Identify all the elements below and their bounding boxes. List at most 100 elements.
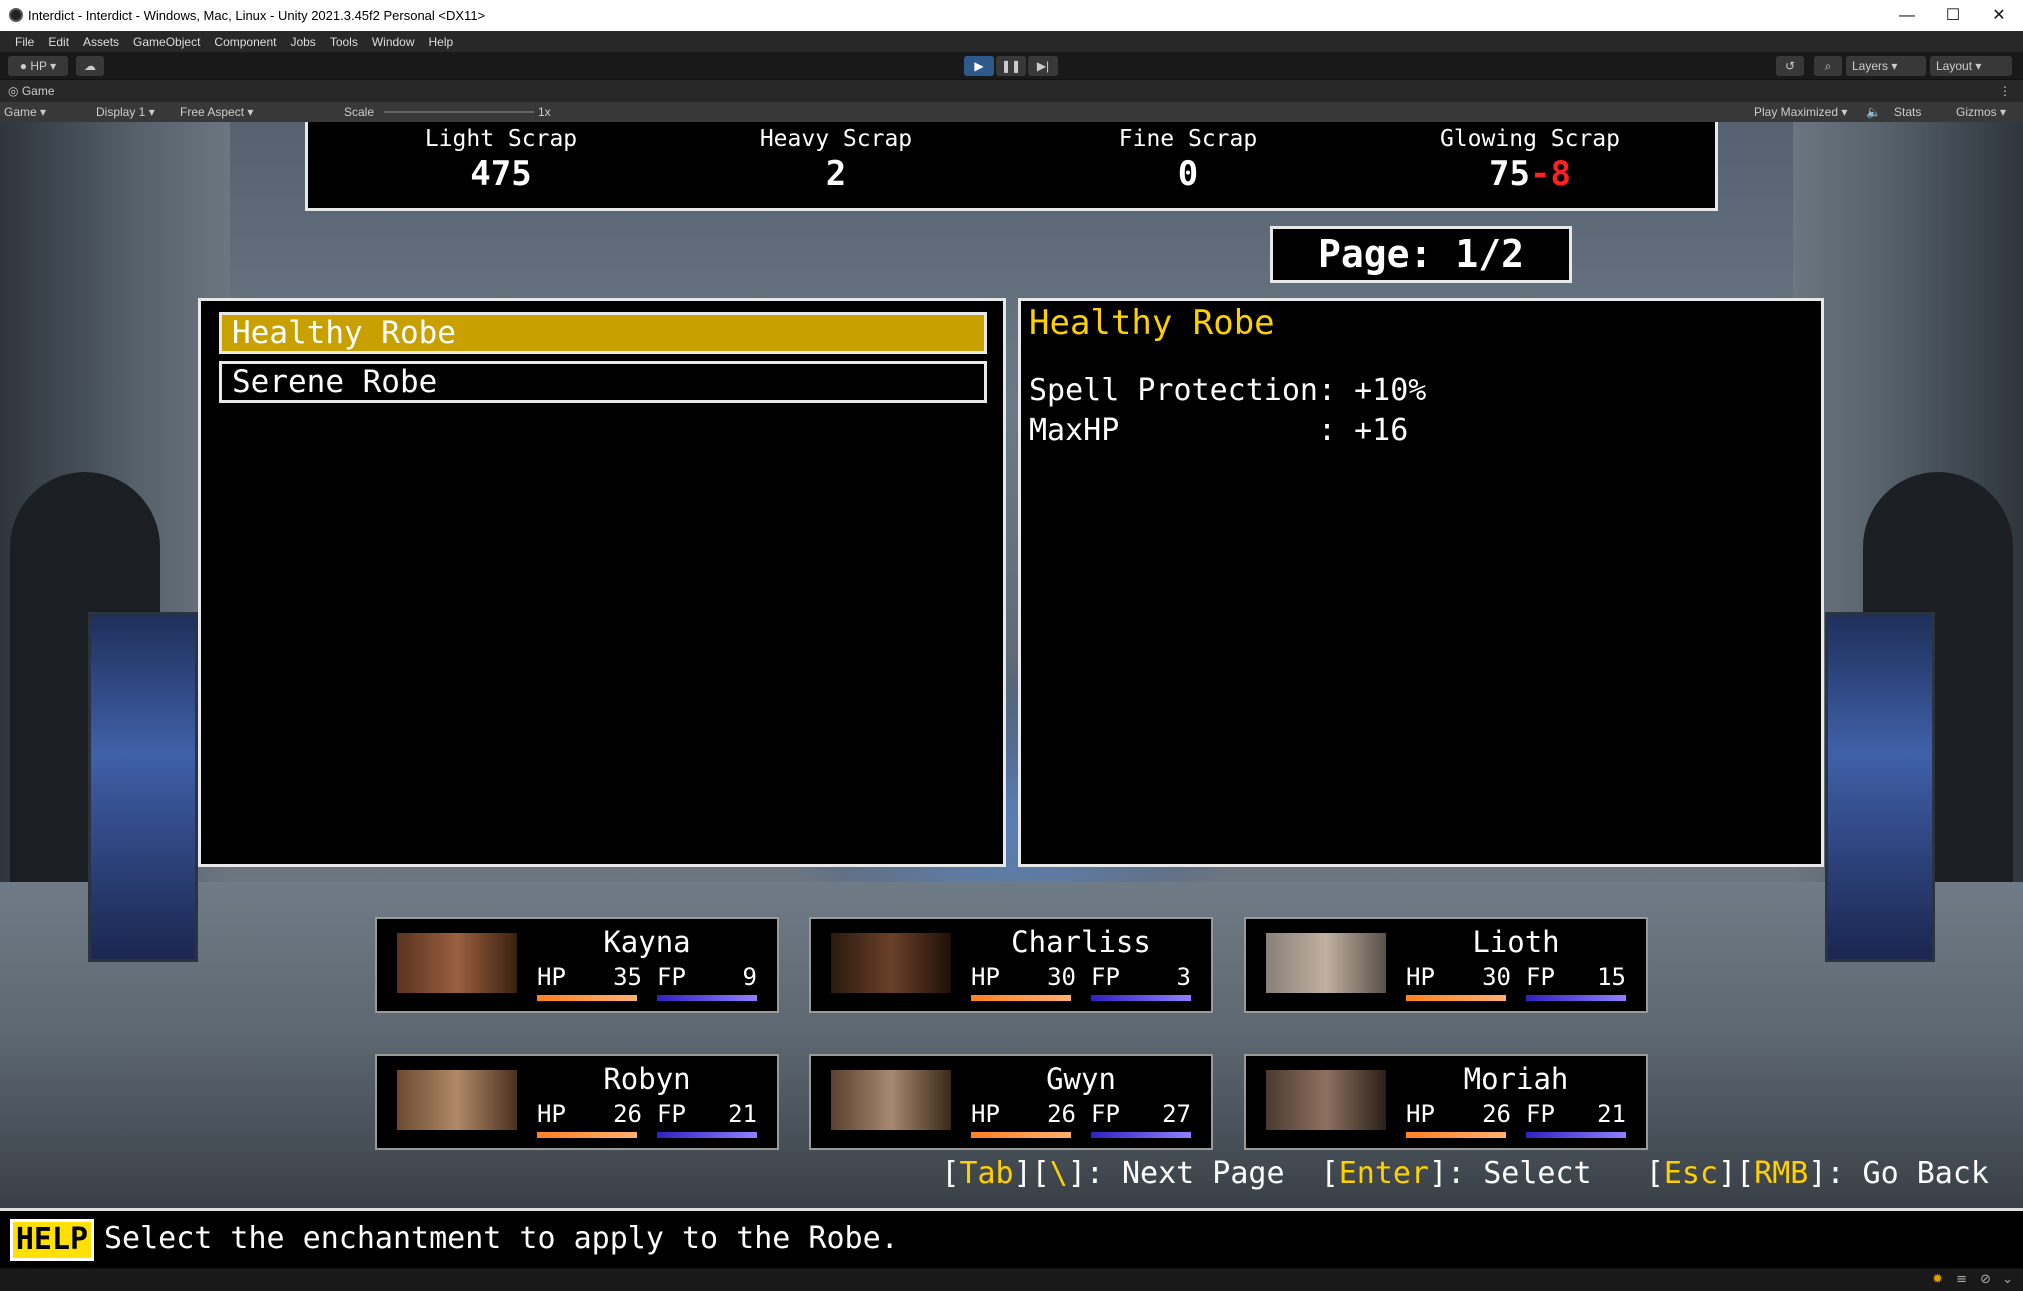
- left-wall-panel: [88, 612, 198, 962]
- hp-value: 26: [613, 1100, 642, 1128]
- fp-value: 27: [1162, 1100, 1191, 1128]
- right-wall-panel: [1825, 612, 1935, 962]
- aspect-dropdown[interactable]: Free Aspect ▾: [180, 105, 253, 119]
- collapse-icon[interactable]: ⌄: [2002, 1272, 2013, 1287]
- game-viewport[interactable]: Light Scrap 475 Heavy Scrap 2 Fine Scrap…: [0, 122, 2023, 1268]
- portrait: [1266, 1070, 1386, 1130]
- search-icon[interactable]: ⌕: [1814, 56, 1842, 76]
- layers-dropdown[interactable]: Layers ▾: [1846, 56, 1926, 76]
- hp-bar: [537, 1132, 637, 1138]
- account-dropdown[interactable]: ● HP ▾: [8, 56, 68, 76]
- scrap-bar: Light Scrap 475 Heavy Scrap 2 Fine Scrap…: [305, 122, 1718, 211]
- party-member-card[interactable]: Gwyn HP 26 FP 27: [809, 1054, 1213, 1150]
- scrap-glowing: Glowing Scrap 75-8: [1439, 126, 1620, 194]
- display-dropdown[interactable]: Display 1 ▾: [96, 105, 155, 119]
- menu-component[interactable]: Component: [207, 35, 283, 49]
- key-hints: [Tab][\]: Next Page [Enter]: Select [Esc…: [941, 1156, 1989, 1191]
- scale-value: 1x: [538, 105, 551, 119]
- hp-bar: [1406, 1132, 1506, 1138]
- scrap-heavy: Heavy Scrap 2: [759, 126, 913, 194]
- fp-value: 3: [1176, 963, 1191, 991]
- mute-icon[interactable]: 🔈: [1866, 105, 1881, 119]
- view-dropdown[interactable]: Game ▾: [4, 105, 46, 119]
- party-member-card[interactable]: Lioth HP 30 FP 15: [1244, 917, 1648, 1013]
- more-options-icon[interactable]: ⋮: [1999, 84, 2011, 98]
- minimize-button[interactable]: —: [1884, 0, 1930, 31]
- hp-value: 30: [1482, 963, 1511, 991]
- network-icon[interactable]: ⊘: [1980, 1272, 1991, 1287]
- menu-help[interactable]: Help: [422, 35, 461, 49]
- fp-bar: [1526, 1132, 1626, 1138]
- item-detail-panel: Healthy Robe Spell Protection: +10% MaxH…: [1018, 298, 1824, 867]
- tab-game[interactable]: ◎ Game: [8, 84, 55, 98]
- menu-window[interactable]: Window: [365, 35, 422, 49]
- window-title: Interdict - Interdict - Windows, Mac, Li…: [28, 8, 486, 23]
- scrap-fine: Fine Scrap 0: [1118, 126, 1258, 194]
- fp-bar: [1091, 995, 1191, 1001]
- help-badge: HELP: [10, 1219, 94, 1261]
- scrap-cost: -8: [1530, 154, 1571, 194]
- debug-icon[interactable]: ✹: [1932, 1272, 1943, 1287]
- gamepad-icon: ◎: [8, 84, 19, 98]
- menu-gameobject[interactable]: GameObject: [126, 35, 207, 49]
- portrait: [397, 933, 517, 993]
- cloud-icon[interactable]: ☁: [76, 56, 104, 76]
- main-toolbar: ● HP ▾ ☁ ▶ ❚❚ ▶| ↺ ⌕ Layers ▾ Layout ▾: [0, 52, 2023, 80]
- play-button[interactable]: ▶: [964, 56, 994, 76]
- fp-value: 21: [728, 1100, 757, 1128]
- unity-app-icon: [9, 8, 23, 22]
- item-list-panel: Healthy Robe Serene Robe: [198, 298, 1006, 867]
- layout-dropdown[interactable]: Layout ▾: [1930, 56, 2012, 76]
- detail-stat: Spell Protection: +10%: [1029, 373, 1427, 408]
- hp-value: 35: [613, 963, 642, 991]
- game-view-toolbar: Game ▾ Display 1 ▾ Free Aspect ▾ Scale 1…: [0, 102, 2023, 122]
- scrap-light: Light Scrap 475: [424, 126, 578, 194]
- hp-bar: [971, 995, 1071, 1001]
- party-member-card[interactable]: Robyn HP 26 FP 21: [375, 1054, 779, 1150]
- game-tab-header: ◎ Game ⋮: [0, 80, 2023, 102]
- party-member-card[interactable]: Kayna HP 35 FP 9: [375, 917, 779, 1013]
- party-member-card[interactable]: Charliss HP 30 FP 3: [809, 917, 1213, 1013]
- hp-value: 26: [1047, 1100, 1076, 1128]
- menu-tools[interactable]: Tools: [323, 35, 365, 49]
- portrait: [831, 1070, 951, 1130]
- help-text: Select the enchantment to apply to the R…: [104, 1221, 899, 1256]
- menu-bar: File Edit Assets GameObject Component Jo…: [0, 31, 2023, 52]
- help-bar: HELP Select the enchantment to apply to …: [0, 1208, 2023, 1268]
- play-mode-dropdown[interactable]: Play Maximized ▾: [1754, 105, 1847, 119]
- stats-button[interactable]: Stats: [1894, 105, 1921, 119]
- menu-edit[interactable]: Edit: [41, 35, 76, 49]
- hp-value: 30: [1047, 963, 1076, 991]
- portrait: [831, 933, 951, 993]
- fp-bar: [1526, 995, 1626, 1001]
- step-button[interactable]: ▶|: [1028, 56, 1058, 76]
- window-titlebar: Interdict - Interdict - Windows, Mac, Li…: [0, 0, 2023, 31]
- fp-value: 9: [742, 963, 757, 991]
- history-icon[interactable]: ↺: [1776, 56, 1804, 76]
- gizmos-dropdown[interactable]: Gizmos ▾: [1956, 105, 2006, 119]
- hp-value: 26: [1482, 1100, 1511, 1128]
- menu-assets[interactable]: Assets: [76, 35, 126, 49]
- menu-file[interactable]: File: [8, 35, 41, 49]
- account-icon: ●: [19, 59, 28, 73]
- storage-icon[interactable]: ≡: [1956, 1272, 1967, 1287]
- fp-bar: [657, 1132, 757, 1138]
- fp-value: 15: [1597, 963, 1626, 991]
- scale-slider[interactable]: [384, 111, 534, 113]
- list-item[interactable]: Serene Robe: [219, 361, 987, 403]
- portrait: [397, 1070, 517, 1130]
- scale-label: Scale: [344, 105, 375, 119]
- portrait: [1266, 933, 1386, 993]
- detail-stat: MaxHP : +16: [1029, 413, 1409, 448]
- party-member-card[interactable]: Moriah HP 26 FP 21: [1244, 1054, 1648, 1150]
- menu-jobs[interactable]: Jobs: [283, 35, 322, 49]
- list-item-selected[interactable]: Healthy Robe: [219, 312, 987, 354]
- maximize-button[interactable]: ☐: [1930, 0, 1976, 31]
- pause-button[interactable]: ❚❚: [996, 56, 1026, 76]
- fp-bar: [1091, 1132, 1191, 1138]
- fp-bar: [657, 995, 757, 1001]
- fp-value: 21: [1597, 1100, 1626, 1128]
- hp-bar: [537, 995, 637, 1001]
- hp-bar: [971, 1132, 1071, 1138]
- close-button[interactable]: ✕: [1976, 0, 2022, 31]
